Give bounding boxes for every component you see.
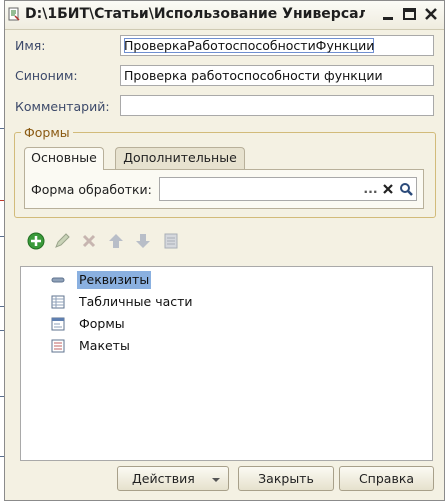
edit-icon (55, 233, 70, 248)
title-bar[interactable]: D:\1БИТ\Статьи\Использование Универсаль.… (5, 1, 444, 30)
choose-button[interactable]: ... (362, 179, 379, 199)
add-icon (27, 232, 45, 250)
chevron-down-icon (212, 478, 220, 482)
edit-button[interactable] (52, 231, 72, 251)
search-icon (400, 183, 413, 196)
metadata-tree: Реквизиты Табличные части Формы Макеты (20, 266, 433, 461)
move-down-button[interactable] (133, 231, 153, 251)
synonym-field[interactable]: Проверка работоспособности функции (120, 65, 434, 86)
delete-button[interactable] (79, 231, 99, 251)
tree-item-label: Формы (79, 316, 125, 331)
delete-icon (82, 234, 96, 248)
template-icon (51, 339, 65, 353)
close-window-button[interactable] (423, 6, 440, 23)
forms-group-title: Формы (21, 125, 73, 140)
table-icon (51, 295, 65, 309)
sort-button[interactable] (161, 231, 181, 251)
clear-button[interactable] (380, 179, 397, 199)
minimize-button[interactable] (380, 6, 397, 23)
name-label: Имя: (15, 38, 46, 53)
actions-button[interactable]: Действия (117, 466, 229, 491)
add-button[interactable] (26, 231, 46, 251)
processing-form-label: Форма обработки: (31, 182, 152, 197)
close-button[interactable]: Закрыть (238, 466, 334, 491)
comment-field[interactable] (120, 95, 434, 116)
window-title: D:\1БИТ\Статьи\Использование Универсаль.… (25, 6, 365, 22)
move-down-icon (136, 234, 150, 248)
minimize-icon (383, 17, 393, 20)
name-value: ПроверкаРаботоспособностиФункции (124, 38, 375, 53)
clear-icon (383, 184, 393, 194)
name-field[interactable]: ПроверкаРаботоспособностиФункции (120, 35, 434, 56)
tab-additional[interactable]: Дополнительные (115, 147, 245, 169)
help-button[interactable]: Справка (339, 466, 434, 491)
open-button[interactable] (398, 179, 415, 199)
actions-button-label: Действия (132, 471, 195, 486)
processing-form-field[interactable]: ... (159, 177, 417, 201)
maximize-button[interactable] (401, 6, 418, 23)
tab-main[interactable]: Основные (24, 147, 104, 170)
form-icon (51, 317, 65, 331)
synonym-label: Синоним: (15, 68, 78, 83)
document-icon (8, 7, 20, 21)
sort-icon (164, 233, 178, 249)
tree-item-label: Макеты (79, 338, 130, 353)
tree-item-label: Реквизиты (77, 271, 152, 289)
move-up-button[interactable] (106, 231, 126, 251)
move-up-icon (109, 234, 123, 248)
attributes-icon (51, 277, 65, 283)
tree-item-label: Табличные части (79, 294, 193, 309)
maximize-icon (403, 8, 416, 20)
comment-label: Комментарий: (15, 99, 110, 114)
close-icon (425, 8, 437, 20)
dataprocessor-window: D:\1БИТ\Статьи\Использование Универсаль.… (4, 0, 445, 501)
